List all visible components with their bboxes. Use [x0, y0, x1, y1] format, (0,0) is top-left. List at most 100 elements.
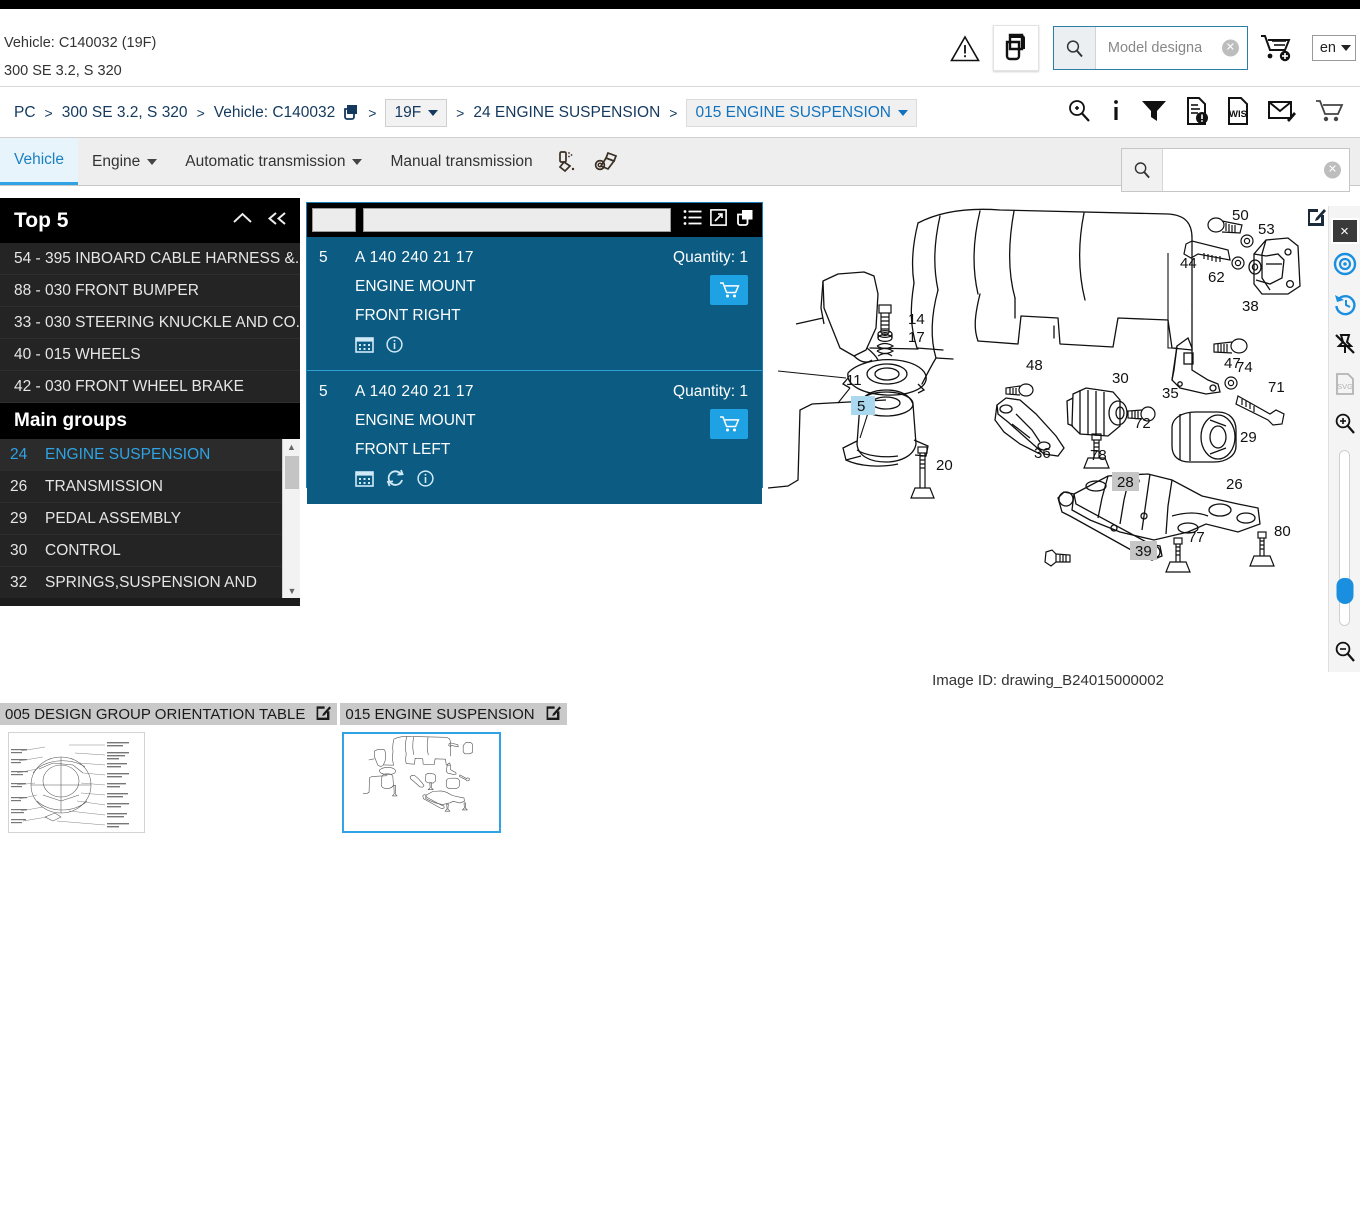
clear-icon[interactable]: ✕ — [1324, 161, 1341, 179]
vehicle-info: Vehicle: C140032 (19F) 300 SE 3.2, S 320 — [4, 29, 156, 85]
calendar-icon[interactable] — [355, 469, 374, 492]
svg-text:SVG: SVG — [1337, 382, 1353, 391]
zoom-slider-handle[interactable] — [1336, 578, 1353, 604]
filter-icon[interactable] — [1140, 98, 1168, 129]
main-groups-list: 24 ENGINE SUSPENSION 26 TRANSMISSION 29 … — [0, 439, 300, 598]
sidebar-item-transmission[interactable]: 26 TRANSMISSION — [0, 471, 300, 503]
group-label: PEDAL ASSEMBLY — [45, 509, 182, 527]
sidebar-item-pedal-assembly[interactable]: 29 PEDAL ASSEMBLY — [0, 503, 300, 535]
cart-icon[interactable] — [1314, 98, 1344, 129]
wis-document-icon[interactable]: WIS — [1226, 96, 1250, 130]
callout-74: 74 — [1236, 359, 1253, 376]
parts-row-0[interactable]: 5 A 140 240 21 17 ENGINE MOUNT FRONT RIG… — [307, 237, 762, 371]
group-number: 26 — [10, 477, 28, 495]
copy-vehicle-icon[interactable] — [342, 104, 359, 121]
scrollbar-thumb[interactable] — [285, 456, 299, 489]
unpin-icon[interactable] — [1333, 324, 1357, 364]
breadcrumb-item-pc[interactable]: PC — [14, 104, 36, 122]
parts-index-field[interactable] — [312, 208, 356, 232]
duplicate-icon[interactable] — [735, 209, 754, 232]
zoom-search-icon[interactable] — [1066, 98, 1092, 129]
calendar-icon[interactable] — [355, 335, 374, 358]
callout-62: 62 — [1208, 269, 1225, 286]
parts-row-1[interactable]: 5 A 140 240 21 17 ENGINE MOUNT FRONT LEF… — [307, 371, 762, 504]
callout-48: 48 — [1026, 357, 1043, 374]
info-icon[interactable] — [1109, 98, 1123, 129]
model-search-input[interactable]: Model designa ✕ — [1096, 27, 1247, 69]
close-icon[interactable]: × — [1330, 218, 1359, 244]
zoom-out-icon[interactable] — [1333, 632, 1357, 672]
expand-icon[interactable] — [710, 209, 727, 231]
zoom-slider[interactable] — [1336, 450, 1353, 626]
tab-engine[interactable]: Engine — [78, 138, 171, 185]
tab-vehicle[interactable]: Vehicle — [0, 138, 78, 185]
breadcrumb-toolbar: WIS — [1066, 88, 1352, 138]
add-to-cart-icon[interactable] — [1248, 26, 1308, 70]
target-crosshair-icon[interactable] — [1333, 244, 1357, 284]
zoom-in-icon[interactable] — [1333, 404, 1357, 444]
scroll-down-arrow-icon[interactable]: ▼ — [283, 583, 300, 598]
breadcrumb-item-19f[interactable]: 19F — [385, 98, 448, 127]
top5-item-4[interactable]: 42 - 030 FRONT WHEEL BRAKE — [0, 371, 300, 403]
tab-automatic-transmission[interactable]: Automatic transmission — [171, 138, 376, 185]
replace-icon[interactable] — [386, 469, 405, 492]
svg-text:28: 28 — [1117, 474, 1134, 491]
top5-item-0[interactable]: 54 - 395 INBOARD CABLE HARNESS &... — [0, 243, 300, 275]
part-name: ENGINE MOUNT — [355, 412, 476, 429]
callout-5-highlighted: 5 — [851, 396, 875, 415]
model-designation-search[interactable]: Model designa ✕ — [1052, 26, 1248, 70]
top5-item-2[interactable]: 33 - 030 STEERING KNUCKLE AND CO... — [0, 307, 300, 339]
app-header: Vehicle: C140032 (19F) 300 SE 3.2, S 320 — [0, 9, 1360, 87]
thumbnail-item-1[interactable]: 015 ENGINE SUSPENSION — [340, 703, 567, 833]
edit-pencil-icon[interactable] — [315, 704, 332, 724]
email-edit-icon[interactable] — [1267, 98, 1297, 129]
search-icon — [1053, 27, 1096, 69]
scroll-up-arrow-icon[interactable]: ▲ — [283, 439, 300, 454]
info-circle-icon[interactable] — [417, 469, 434, 492]
sidebar-item-control[interactable]: 30 CONTROL — [0, 535, 300, 567]
sidebar-item-engine-suspension[interactable]: 24 ENGINE SUSPENSION — [0, 439, 300, 471]
add-to-cart-icon[interactable] — [710, 275, 748, 305]
top5-item-1[interactable]: 88 - 030 FRONT BUMPER — [0, 275, 300, 307]
part-side: FRONT LEFT — [355, 441, 451, 458]
thumbnail-caption-0[interactable]: 005 DESIGN GROUP ORIENTATION TABLE — [0, 703, 338, 725]
breadcrumb-item-vehicle[interactable]: Vehicle: C140032 — [214, 104, 336, 122]
thumbnail-caption-1[interactable]: 015 ENGINE SUSPENSION — [340, 703, 567, 725]
part-side: FRONT RIGHT — [355, 307, 461, 324]
parts-diagram[interactable]: 14 17 11 20 48 36 30 78 72 50 53 44 62 3… — [768, 198, 1336, 668]
thumbnail-image-1[interactable] — [342, 732, 502, 833]
language-selector[interactable]: en — [1311, 35, 1356, 61]
tab-manual-transmission[interactable]: Manual transmission — [376, 138, 546, 185]
paint-spray-icon[interactable] — [547, 138, 587, 185]
collapse-chevron-up-icon[interactable] — [232, 211, 253, 231]
edit-pencil-icon[interactable] — [1306, 206, 1326, 231]
history-undo-icon[interactable] — [1333, 284, 1357, 324]
document-alert-icon[interactable] — [1185, 96, 1209, 130]
breadcrumb-item-group[interactable]: 24 ENGINE SUSPENSION — [473, 104, 660, 122]
list-view-icon[interactable] — [683, 209, 702, 231]
clear-icon[interactable]: ✕ — [1221, 39, 1239, 57]
top5-item-3[interactable]: 40 - 015 WHEELS — [0, 339, 300, 371]
collapse-double-left-icon[interactable] — [266, 211, 288, 231]
chevron-down-icon — [898, 109, 909, 116]
sidebar-scrollbar[interactable]: ▲ ▼ — [282, 439, 300, 598]
callout-35: 35 — [1162, 385, 1179, 402]
callout-17: 17 — [908, 329, 925, 346]
edit-pencil-icon[interactable] — [545, 704, 561, 724]
add-to-cart-icon[interactable] — [710, 409, 748, 439]
global-search-box[interactable]: ✕ — [1121, 148, 1350, 192]
part-number[interactable]: A 140 240 21 17 — [355, 383, 612, 401]
global-search-input[interactable]: ✕ — [1163, 149, 1349, 191]
breadcrumb-item-subgroup[interactable]: 015 ENGINE SUSPENSION — [686, 98, 918, 127]
parts-filter-input[interactable] — [363, 208, 671, 232]
copy-documents-icon[interactable] — [992, 25, 1039, 71]
info-circle-icon[interactable] — [386, 335, 403, 358]
sidebar-item-springs-suspension[interactable]: 32 SPRINGS,SUSPENSION AND — [0, 567, 300, 598]
fastener-icon[interactable] — [587, 138, 627, 185]
breadcrumb-item-model[interactable]: 300 SE 3.2, S 320 — [62, 104, 188, 122]
part-number[interactable]: A 140 240 21 17 — [355, 249, 612, 267]
thumbnail-item-0[interactable]: 005 DESIGN GROUP ORIENTATION TABLE — [0, 703, 338, 833]
part-index: 5 — [319, 249, 328, 266]
thumbnail-image-0[interactable] — [8, 732, 145, 833]
warning-triangle-icon[interactable] — [943, 26, 987, 70]
